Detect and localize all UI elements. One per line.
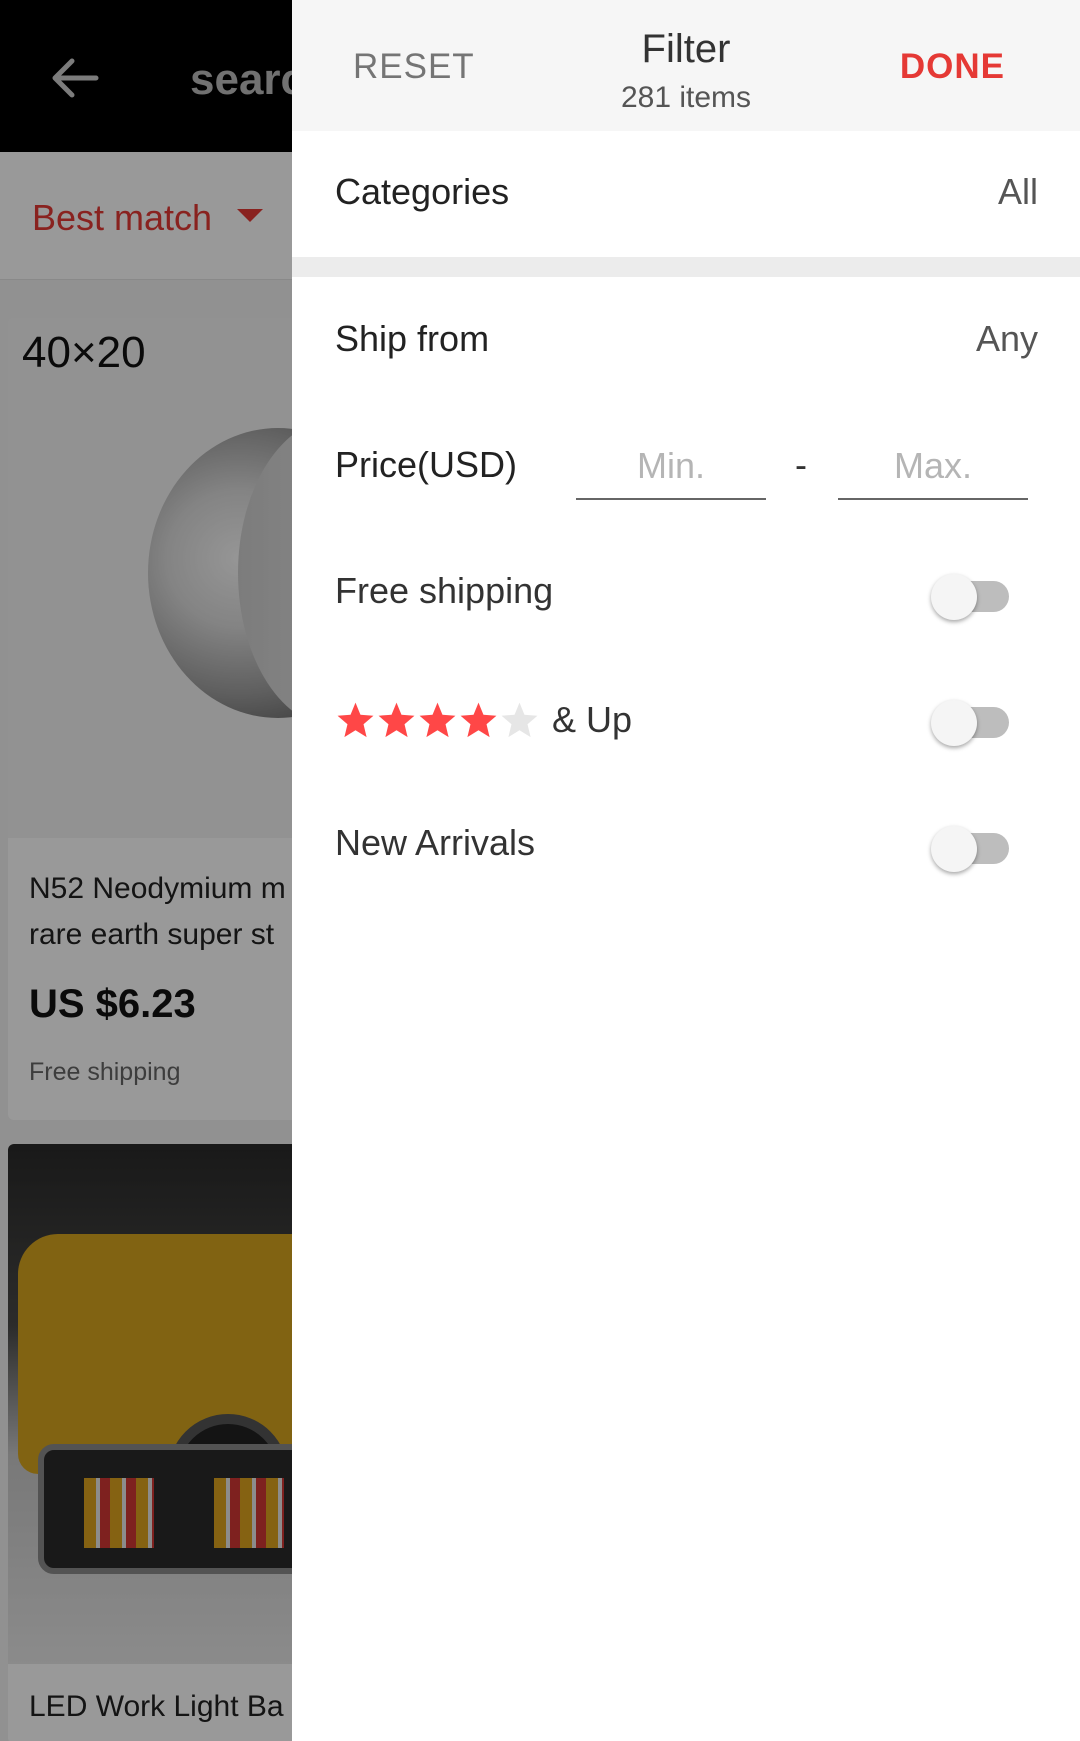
new-arrivals-row: New Arrivals [292,782,1080,908]
price-min-input[interactable] [576,434,766,500]
ship-from-label: Ship from [335,318,490,359]
rating-suffix-label: & Up [552,699,633,740]
price-separator: - [795,444,807,485]
star-filled-icon [419,702,456,738]
toggle-thumb [931,700,977,746]
new-arrivals-label: New Arrivals [335,822,536,863]
free-shipping-row: Free shipping [292,530,1080,656]
section-divider [292,257,1080,277]
star-filled-icon [378,702,415,738]
free-shipping-toggle[interactable] [931,574,1009,620]
free-shipping-label: Free shipping [335,570,554,611]
categories-value: All [997,171,1038,212]
screen: searc Best match 40×20 N52 Neodymium m r… [0,0,1080,1741]
filter-drawer: RESET Filter 281 items DONE Categories A… [292,0,1080,1741]
toggle-thumb [931,574,977,620]
categories-row[interactable]: Categories All [292,131,1080,257]
ship-from-value: Any [975,318,1038,359]
star-empty-icon [501,702,538,738]
done-button[interactable]: DONE [900,47,1005,87]
ship-from-row[interactable]: Ship from Any [292,278,1080,404]
rating-stars [335,700,540,744]
price-max-input[interactable] [838,434,1028,500]
price-label: Price(USD) [335,444,518,485]
rating-row: & Up [292,656,1080,782]
filter-header: RESET Filter 281 items DONE [292,0,1080,131]
price-row: Price(USD) - [292,404,1080,530]
rating-toggle[interactable] [931,700,1009,746]
star-filled-icon [337,702,374,738]
star-filled-icon [460,702,497,738]
toggle-thumb [931,826,977,872]
new-arrivals-toggle[interactable] [931,826,1009,872]
categories-label: Categories [335,171,510,212]
